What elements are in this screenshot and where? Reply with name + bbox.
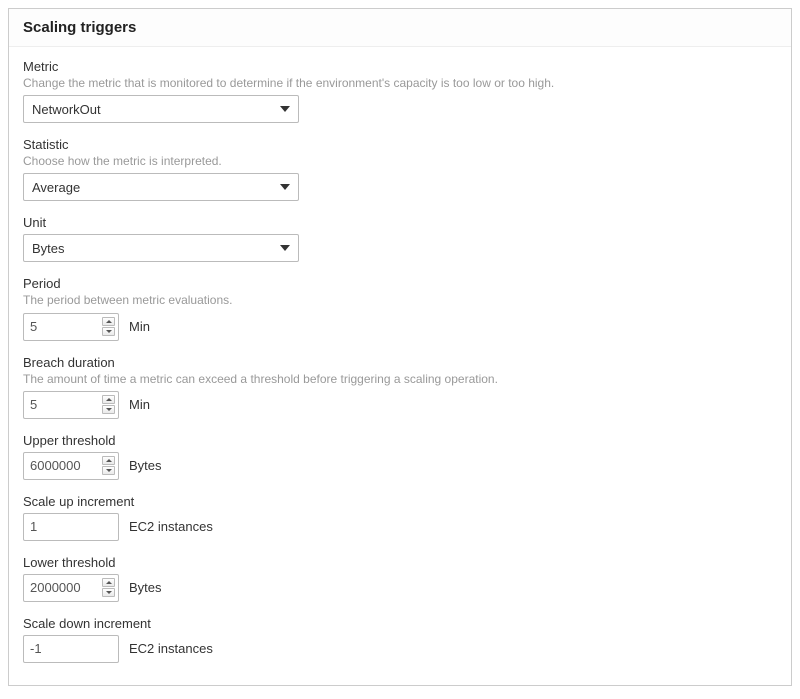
statistic-select[interactable]: Average <box>23 173 299 201</box>
panel-body: Metric Change the metric that is monitor… <box>9 47 791 685</box>
unit-value: Bytes <box>32 241 290 256</box>
breach-suffix: Min <box>129 397 150 412</box>
field-unit: Unit Bytes <box>23 215 777 262</box>
scaling-triggers-panel: Scaling triggers Metric Change the metri… <box>8 8 792 686</box>
field-upper: Upper threshold 6000000 Bytes <box>23 433 777 480</box>
lower-value: 2000000 <box>30 580 112 595</box>
scaleup-suffix: EC2 instances <box>129 519 213 534</box>
field-scaleup: Scale up increment 1 EC2 instances <box>23 494 777 541</box>
field-lower: Lower threshold 2000000 Bytes <box>23 555 777 602</box>
lower-suffix: Bytes <box>129 580 162 595</box>
stepper-down-icon[interactable] <box>102 588 115 597</box>
period-value: 5 <box>30 319 112 334</box>
stepper-down-icon[interactable] <box>102 327 115 336</box>
period-desc: The period between metric evaluations. <box>23 292 777 308</box>
field-breach: Breach duration The amount of time a met… <box>23 355 777 419</box>
upper-input[interactable]: 6000000 <box>23 452 119 480</box>
chevron-down-icon <box>280 184 290 190</box>
scaledown-input[interactable]: -1 <box>23 635 119 663</box>
breach-input[interactable]: 5 <box>23 391 119 419</box>
stepper-up-icon[interactable] <box>102 317 115 326</box>
stepper-down-icon[interactable] <box>102 466 115 475</box>
breach-value: 5 <box>30 397 112 412</box>
field-metric: Metric Change the metric that is monitor… <box>23 59 777 123</box>
metric-desc: Change the metric that is monitored to d… <box>23 75 777 91</box>
scaledown-value: -1 <box>30 641 112 656</box>
metric-label: Metric <box>23 59 777 74</box>
spinner-icon <box>102 578 115 598</box>
scaleup-label: Scale up increment <box>23 494 777 509</box>
metric-value: NetworkOut <box>32 102 290 117</box>
scaledown-label: Scale down increment <box>23 616 777 631</box>
panel-header: Scaling triggers <box>9 9 791 47</box>
upper-label: Upper threshold <box>23 433 777 448</box>
period-suffix: Min <box>129 319 150 334</box>
period-label: Period <box>23 276 777 291</box>
upper-suffix: Bytes <box>129 458 162 473</box>
statistic-label: Statistic <box>23 137 777 152</box>
panel-title: Scaling triggers <box>23 19 777 36</box>
unit-select[interactable]: Bytes <box>23 234 299 262</box>
field-statistic: Statistic Choose how the metric is inter… <box>23 137 777 201</box>
statistic-value: Average <box>32 180 290 195</box>
upper-value: 6000000 <box>30 458 112 473</box>
scaleup-value: 1 <box>30 519 112 534</box>
metric-select[interactable]: NetworkOut <box>23 95 299 123</box>
stepper-down-icon[interactable] <box>102 405 115 414</box>
lower-input[interactable]: 2000000 <box>23 574 119 602</box>
stepper-up-icon[interactable] <box>102 578 115 587</box>
chevron-down-icon <box>280 245 290 251</box>
stepper-up-icon[interactable] <box>102 395 115 404</box>
scaledown-suffix: EC2 instances <box>129 641 213 656</box>
scaleup-input[interactable]: 1 <box>23 513 119 541</box>
chevron-down-icon <box>280 106 290 112</box>
period-input[interactable]: 5 <box>23 313 119 341</box>
field-period: Period The period between metric evaluat… <box>23 276 777 340</box>
field-scaledown: Scale down increment -1 EC2 instances <box>23 616 777 663</box>
spinner-icon <box>102 395 115 415</box>
stepper-up-icon[interactable] <box>102 456 115 465</box>
unit-label: Unit <box>23 215 777 230</box>
spinner-icon <box>102 456 115 476</box>
breach-desc: The amount of time a metric can exceed a… <box>23 371 777 387</box>
spinner-icon <box>102 317 115 337</box>
lower-label: Lower threshold <box>23 555 777 570</box>
breach-label: Breach duration <box>23 355 777 370</box>
statistic-desc: Choose how the metric is interpreted. <box>23 153 777 169</box>
